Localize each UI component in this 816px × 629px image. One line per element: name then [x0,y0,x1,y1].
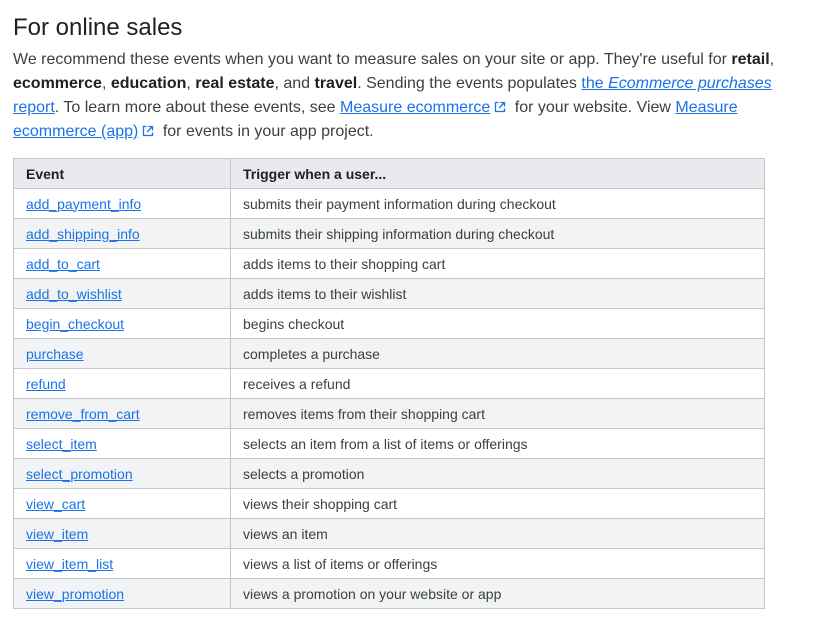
page-content: For online sales We recommend these even… [0,0,816,609]
keyword-retail: retail [731,51,770,68]
event-cell: purchase [13,338,231,369]
table-row: view_cart views their shopping cart [13,488,765,519]
header-row: Event Trigger when a user... [13,158,765,189]
table-row: select_item selects an item from a list o… [13,428,765,459]
trigger-cell: views a list of items or offerings [230,548,765,579]
trigger-cell: removes items from their shopping cart [230,398,765,429]
event-link[interactable]: begin_checkout [26,316,124,332]
table-row: begin_checkout begins checkout [13,308,765,339]
intro-separator: , [769,51,775,68]
intro-paragraph: We recommend these events when you want … [13,48,803,144]
event-link[interactable]: view_item_list [26,556,113,572]
column-header-event: Event [13,158,231,189]
event-cell: remove_from_cart [13,398,231,429]
trigger-cell: receives a refund [230,368,765,399]
intro-text: . Sending the events populates [357,75,582,92]
section-title: For online sales [13,14,183,41]
trigger-cell: views an item [230,518,765,549]
trigger-cell: submits their shipping information durin… [230,218,765,249]
link-text-emphasis: Ecommerce purchases [608,75,772,92]
event-cell: view_item [13,518,231,549]
measure-ecommerce-link[interactable]: Measure ecommerce [340,99,490,116]
event-link[interactable]: select_item [26,436,97,452]
table-row: add_to_cart adds items to their shopping … [13,248,765,279]
events-table: Event Trigger when a user... add_payment… [13,158,765,609]
link-text: report [13,99,55,116]
intro-text: . To learn more about these events, see [54,99,341,116]
trigger-cell: completes a purchase [230,338,765,369]
intro-text: for events in your app project. [158,123,374,140]
table-row: view_item_list views a list of items or o… [13,548,765,579]
intro-text: We recommend these events when you want … [13,51,732,68]
event-cell: select_item [13,428,231,459]
column-header-trigger: Trigger when a user... [230,158,765,189]
intro-separator: , [101,75,111,92]
event-cell: add_shipping_info [13,218,231,249]
external-link-icon [494,101,506,113]
table-header: Event Trigger when a user... [13,158,765,189]
keyword-real-estate: real estate [195,75,275,92]
table-row: add_shipping_info submits their shipping … [13,218,765,249]
event-cell: select_promotion [13,458,231,489]
trigger-cell: selects a promotion [230,458,765,489]
table-row: refund receives a refund [13,368,765,399]
table-row: purchase completes a purchase [13,338,765,369]
table-row: add_payment_info submits their payment in… [13,188,765,219]
table-row: add_to_wishlist adds items to their wishl… [13,278,765,309]
event-link[interactable]: view_item [26,526,88,542]
event-link[interactable]: add_to_cart [26,256,100,272]
event-cell: view_promotion [13,578,231,609]
intro-separator: , [186,75,196,92]
trigger-cell: begins checkout [230,308,765,339]
trigger-cell: selects an item from a list of items or … [230,428,765,459]
keyword-education: education [110,75,187,92]
intro-separator: , and [274,75,315,92]
keyword-ecommerce: ecommerce [13,75,102,92]
table-row: select_promotion selects a promotion [13,458,765,489]
event-link[interactable]: refund [26,376,66,392]
trigger-cell: views their shopping cart [230,488,765,519]
external-link-icon [142,125,154,137]
event-link[interactable]: add_shipping_info [26,226,140,242]
trigger-cell: adds items to their wishlist [230,278,765,309]
table-row: remove_from_cart removes items from their… [13,398,765,429]
event-cell: add_to_wishlist [13,278,231,309]
event-link[interactable]: add_to_wishlist [26,286,122,302]
link-text: the [581,75,609,92]
table-row: view_item views an item [13,518,765,549]
event-link[interactable]: select_promotion [26,466,133,482]
event-link[interactable]: remove_from_cart [26,406,140,422]
table-body: add_payment_info submits their payment in… [13,188,765,609]
event-link[interactable]: view_cart [26,496,85,512]
event-link[interactable]: view_promotion [26,586,124,602]
event-cell: view_cart [13,488,231,519]
intro-text: for your website. View [510,99,676,116]
trigger-cell: submits their payment information during… [230,188,765,219]
table-row: view_promotion views a promotion on your … [13,578,765,609]
event-cell: refund [13,368,231,399]
event-cell: begin_checkout [13,308,231,339]
event-link[interactable]: purchase [26,346,84,362]
trigger-cell: adds items to their shopping cart [230,248,765,279]
trigger-cell: views a promotion on your website or app [230,578,765,609]
event-cell: add_payment_info [13,188,231,219]
event-link[interactable]: add_payment_info [26,196,141,212]
event-cell: view_item_list [13,548,231,579]
event-cell: add_to_cart [13,248,231,279]
keyword-travel: travel [314,75,358,92]
